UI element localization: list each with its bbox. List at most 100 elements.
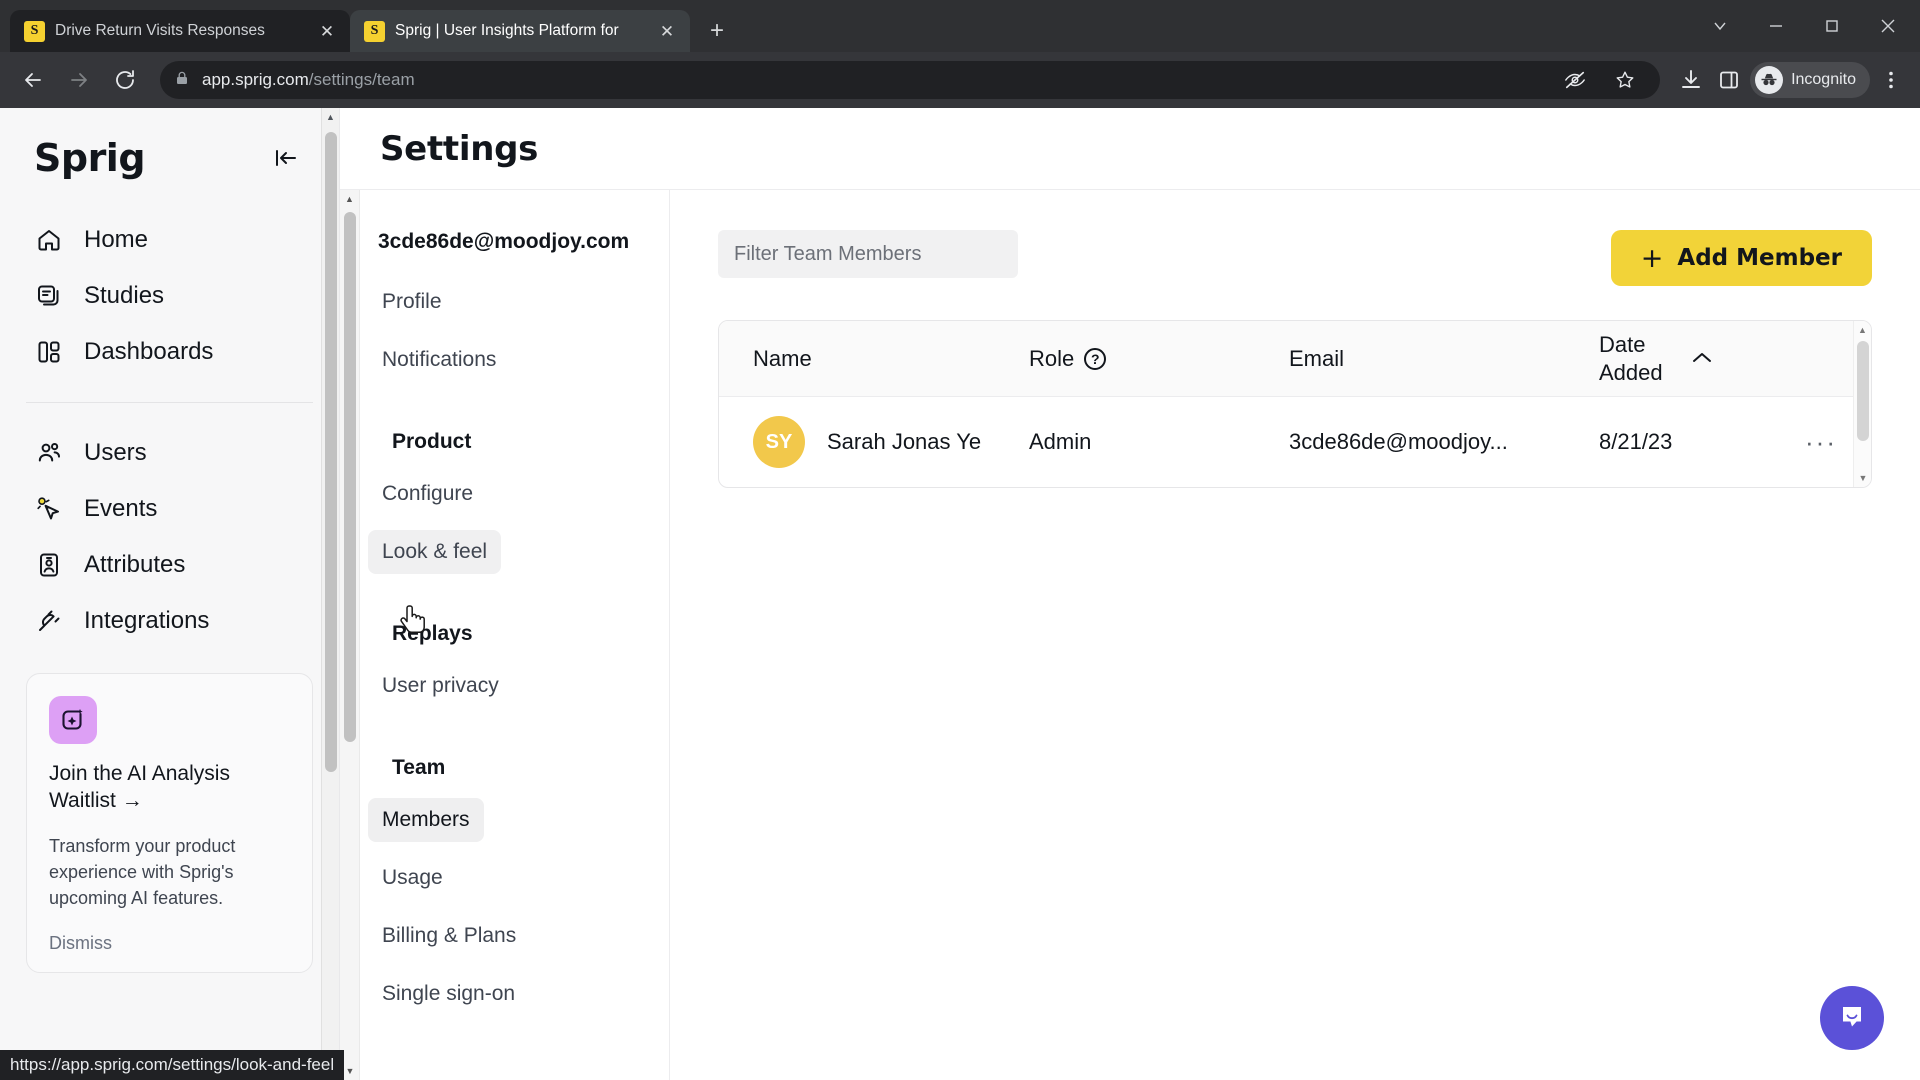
intercom-chat-icon xyxy=(1836,1000,1868,1037)
forward-arrow-icon[interactable] xyxy=(58,59,100,101)
sidebar-item-events[interactable]: Events xyxy=(0,481,339,537)
side-panel-icon[interactable] xyxy=(1712,63,1746,97)
settings-nav-item-look-and-feel[interactable]: Look & feel xyxy=(368,530,502,574)
column-header-date-added-label: Date Added xyxy=(1599,331,1663,386)
column-header-name[interactable]: Name xyxy=(719,346,1029,372)
browser-titlebar: S Drive Return Visits Responses ✕ S Spri… xyxy=(0,0,1920,52)
page-scrollbar[interactable]: ▲ ▼ xyxy=(321,108,339,1080)
omnibox-actions xyxy=(1558,63,1646,97)
settings-account-email: 3cde86de@moodjoy.com xyxy=(378,230,630,253)
sidebar-item-label: Home xyxy=(84,226,149,253)
filter-team-members-input[interactable] xyxy=(718,230,1018,278)
settings-nav-list: Profile Notifications Product Configure … xyxy=(360,280,669,1030)
plus-icon: + xyxy=(1640,242,1664,274)
sidebar-brand-row: Sprig xyxy=(0,108,339,180)
cell-date-added: 8/21/23 xyxy=(1599,429,1673,454)
column-header-email[interactable]: Email xyxy=(1289,346,1599,372)
ellipsis-icon: ··· xyxy=(1805,427,1837,457)
sidebar-item-studies[interactable]: Studies xyxy=(0,268,339,324)
team-toolbar: + Add Member xyxy=(718,230,1872,286)
settings-nav-item-configure[interactable]: Configure xyxy=(368,472,487,516)
url-path: /settings/team xyxy=(308,70,415,89)
address-bar-url: app.sprig.com/settings/team xyxy=(202,70,415,90)
sidebar-item-integrations[interactable]: Integrations xyxy=(0,593,339,649)
promo-dismiss-link[interactable]: Dismiss xyxy=(49,933,290,954)
sidebar-nav-primary: Home Studies Dashboards xyxy=(0,212,339,380)
settings-nav-group-product: Product xyxy=(392,430,472,453)
scroll-up-arrow-icon[interactable]: ▲ xyxy=(322,108,339,126)
settings-nav-item-profile[interactable]: Profile xyxy=(368,280,456,324)
table-scroll-down-arrow-icon[interactable]: ▼ xyxy=(1854,469,1871,487)
new-tab-button[interactable]: + xyxy=(700,14,734,48)
page-title: Settings xyxy=(380,128,539,169)
sidebar-nav-secondary: Users Events Attributes Integrations xyxy=(0,425,339,649)
status-bar-link-preview: https://app.sprig.com/settings/look-and-… xyxy=(0,1050,345,1080)
cell-role: Admin xyxy=(1029,429,1092,454)
add-member-label: Add Member xyxy=(1677,245,1842,271)
window-controls xyxy=(1692,0,1920,52)
role-help-icon[interactable]: ? xyxy=(1084,347,1107,370)
address-bar[interactable]: app.sprig.com/settings/team xyxy=(160,61,1661,99)
settings-nav-item-usage[interactable]: Usage xyxy=(368,856,457,900)
cell-name: SY Sarah Jonas Ye xyxy=(719,416,1029,468)
settings-nav-item-members[interactable]: Members xyxy=(368,798,484,842)
column-header-date-added[interactable]: Date Added xyxy=(1599,331,1789,386)
column-header-role[interactable]: Role ? xyxy=(1029,346,1289,372)
main-panel: Settings ▲ ▼ 3cde86de@moodjoy.com Profil… xyxy=(340,108,1920,1080)
settings-content: ▲ ▼ 3cde86de@moodjoy.com Profile Notific… xyxy=(340,190,1920,1080)
sidebar-item-home[interactable]: Home xyxy=(0,212,339,268)
sidebar-item-users[interactable]: Users xyxy=(0,425,339,481)
tab-title: Drive Return Visits Responses xyxy=(55,22,265,39)
page-viewport: Sprig Home Studies Dashboards Users Even… xyxy=(0,108,1920,1080)
dashboards-icon xyxy=(34,337,64,367)
column-header-role-label: Role xyxy=(1029,345,1075,371)
settings-scrollbar-thumb[interactable] xyxy=(344,212,356,742)
settings-scrollbar[interactable]: ▲ ▼ xyxy=(340,190,360,1080)
incognito-profile-button[interactable]: Incognito xyxy=(1750,62,1870,98)
avatar: SY xyxy=(753,416,805,468)
settings-nav-group-team: Team xyxy=(392,756,446,779)
browser-toolbar: app.sprig.com/settings/team Incognito xyxy=(0,52,1920,108)
tracking-protection-off-icon[interactable] xyxy=(1558,63,1592,97)
downloads-icon[interactable] xyxy=(1674,63,1708,97)
reload-icon[interactable] xyxy=(104,59,146,101)
sidebar-item-label: Dashboards xyxy=(84,338,214,365)
table-row[interactable]: SY Sarah Jonas Ye Admin 3cde86de@moodjoy… xyxy=(719,397,1871,487)
tab-close-icon[interactable]: ✕ xyxy=(314,18,340,44)
browser-tab-2[interactable]: S Sprig | User Insights Platform for ✕ xyxy=(350,10,690,52)
table-scrollbar[interactable]: ▲ ▼ xyxy=(1853,321,1871,487)
date-added-line2: Added xyxy=(1599,359,1663,385)
settings-nav-item-billing-and-plans[interactable]: Billing & Plans xyxy=(368,914,530,958)
sort-ascending-icon[interactable] xyxy=(1689,346,1715,372)
table-scroll-up-arrow-icon[interactable]: ▲ xyxy=(1854,321,1871,339)
table-scrollbar-thumb[interactable] xyxy=(1857,341,1869,441)
ai-sparkle-icon xyxy=(49,696,97,744)
collapse-sidebar-icon[interactable] xyxy=(271,144,299,172)
sidebar-item-dashboards[interactable]: Dashboards xyxy=(0,324,339,380)
attributes-badge-icon xyxy=(34,550,64,580)
intercom-chat-button[interactable] xyxy=(1820,986,1884,1050)
close-window-icon[interactable] xyxy=(1860,4,1916,48)
table-header-row: Name Role ? Email Date Added xyxy=(719,321,1871,397)
ai-waitlist-promo-card[interactable]: Join the AI Analysis Waitlist → Transfor… xyxy=(26,673,313,973)
sidebar-item-attributes[interactable]: Attributes xyxy=(0,537,339,593)
back-arrow-icon[interactable] xyxy=(12,59,54,101)
incognito-label: Incognito xyxy=(1791,71,1856,88)
settings-scroll-up-arrow-icon[interactable]: ▲ xyxy=(340,190,359,208)
page-header: Settings xyxy=(340,108,1920,190)
tab-close-icon[interactable]: ✕ xyxy=(654,18,680,44)
settings-nav-item-single-sign-on[interactable]: Single sign-on xyxy=(368,972,529,1016)
browser-menu-icon[interactable] xyxy=(1874,60,1908,100)
browser-tab-1[interactable]: S Drive Return Visits Responses ✕ xyxy=(10,10,350,52)
settings-nav-item-notifications[interactable]: Notifications xyxy=(368,338,510,382)
add-member-button[interactable]: + Add Member xyxy=(1610,230,1872,286)
bookmark-star-icon[interactable] xyxy=(1608,63,1642,97)
settings-nav-item-user-privacy[interactable]: User privacy xyxy=(368,664,513,708)
cell-email: 3cde86de@moodjoy... xyxy=(1289,429,1508,454)
minimize-icon[interactable] xyxy=(1748,4,1804,48)
tab-search-chevron-icon[interactable] xyxy=(1692,4,1748,48)
sidebar-item-label: Events xyxy=(84,495,158,522)
page-scrollbar-thumb[interactable] xyxy=(325,132,337,772)
maximize-icon[interactable] xyxy=(1804,4,1860,48)
tab-title: Sprig | User Insights Platform for xyxy=(395,22,619,39)
